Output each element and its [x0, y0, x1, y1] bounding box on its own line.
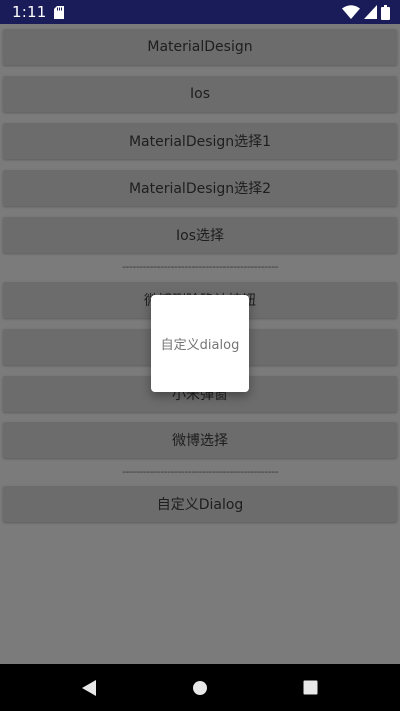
material-design-choice1-button[interactable]: MaterialDesign选择1: [3, 123, 397, 159]
signal-icon: [364, 5, 377, 19]
divider-line: ----------------------------------------…: [121, 259, 279, 273]
sd-card-icon: [54, 5, 65, 19]
custom-dialog[interactable]: 自定义dialog: [151, 295, 249, 392]
weibo-choice-button[interactable]: 微博选择: [3, 422, 397, 458]
recents-icon: [303, 680, 317, 695]
custom-dialog-button[interactable]: 自定义Dialog: [3, 486, 397, 522]
navigation-bar: [0, 664, 400, 711]
status-time: 1:11: [12, 3, 47, 21]
recents-button[interactable]: [280, 664, 340, 711]
back-button[interactable]: [59, 664, 119, 711]
divider-line: ----------------------------------------…: [121, 464, 279, 478]
material-design-choice2-button[interactable]: MaterialDesign选择2: [3, 170, 397, 206]
ios-button[interactable]: Ios: [3, 76, 397, 112]
home-icon: [193, 680, 207, 695]
ios-choice-button[interactable]: Ios选择: [3, 217, 397, 253]
material-design-button[interactable]: MaterialDesign: [3, 29, 397, 65]
home-button[interactable]: [170, 664, 230, 711]
status-bar: 1:11: [0, 0, 400, 24]
dialog-text: 自定义dialog: [160, 338, 240, 353]
wifi-icon: [342, 5, 360, 19]
battery-icon: [381, 4, 390, 20]
back-icon: [82, 679, 96, 696]
